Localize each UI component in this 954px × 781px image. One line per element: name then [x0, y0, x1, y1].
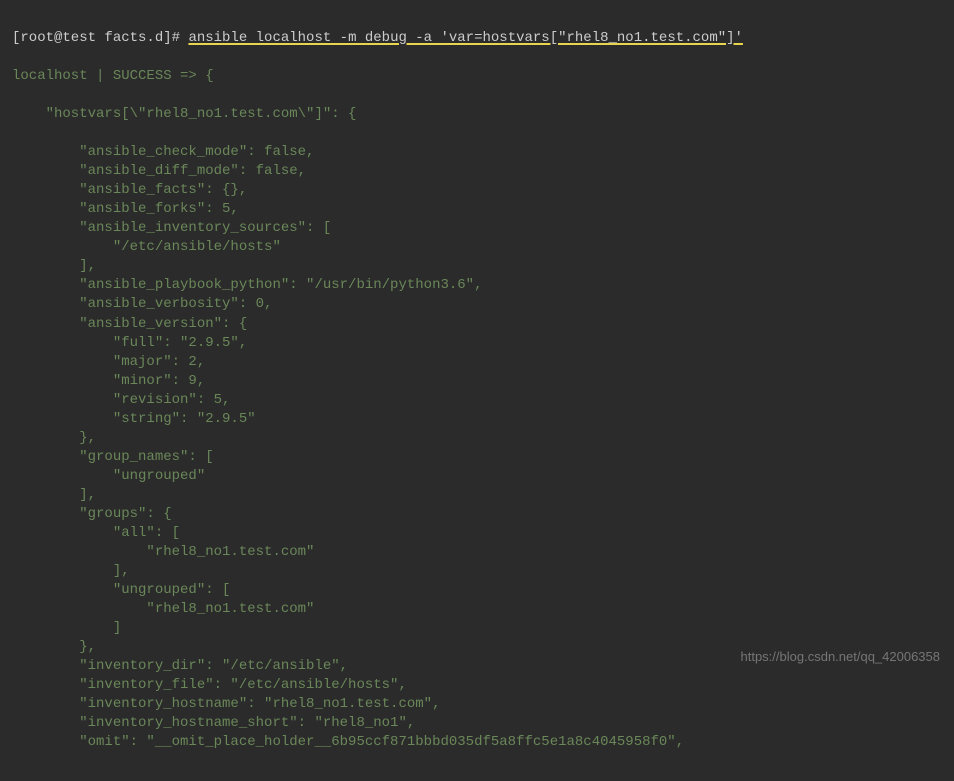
output-line: "string": "2.9.5": [12, 410, 942, 429]
output-line: ],: [12, 562, 942, 581]
output-line: "rhel8_no1.test.com": [12, 600, 942, 619]
output-line: "ansible_version": {: [12, 315, 942, 334]
output-line: "inventory_hostname": "rhel8_no1.test.co…: [12, 695, 942, 714]
output-line: "inventory_file": "/etc/ansible/hosts",: [12, 676, 942, 695]
output-line: "revision": 5,: [12, 391, 942, 410]
output-line: "minor": 9,: [12, 372, 942, 391]
command-text: ansible localhost -m debug -a 'var=hostv…: [188, 30, 743, 46]
watermark-text: https://blog.csdn.net/qq_42006358: [741, 648, 941, 666]
output-line: "inventory_hostname_short": "rhel8_no1",: [12, 714, 942, 733]
output-line: "ansible_playbook_python": "/usr/bin/pyt…: [12, 276, 942, 295]
output-line: "ansible_forks": 5,: [12, 200, 942, 219]
output-line: "groups": {: [12, 505, 942, 524]
output-line: "group_names": [: [12, 448, 942, 467]
output-line: "ansible_facts": {},: [12, 181, 942, 200]
hostvars-key-line: "hostvars[\"rhel8_no1.test.com\"]": {: [12, 105, 942, 124]
status-line: localhost | SUCCESS => {: [12, 67, 942, 86]
output-line: "major": 2,: [12, 353, 942, 372]
output-line: ]: [12, 619, 942, 638]
output-line: "ansible_check_mode": false,: [12, 143, 942, 162]
output-line: ],: [12, 486, 942, 505]
output-line: "ungrouped": [12, 467, 942, 486]
output-line: "/etc/ansible/hosts": [12, 238, 942, 257]
output-line: "rhel8_no1.test.com": [12, 543, 942, 562]
output-line: ],: [12, 257, 942, 276]
output-line: "ansible_inventory_sources": [: [12, 219, 942, 238]
output-line: "ansible_diff_mode": false,: [12, 162, 942, 181]
output-line: "ungrouped": [: [12, 581, 942, 600]
output-line: "all": [: [12, 524, 942, 543]
output-line: "ansible_verbosity": 0,: [12, 295, 942, 314]
output-line: "full": "2.9.5",: [12, 334, 942, 353]
prompt-line[interactable]: [root@test facts.d]# ansible localhost -…: [12, 29, 942, 48]
output-line: },: [12, 429, 942, 448]
prompt-prefix: [root@test facts.d]#: [12, 30, 188, 46]
output-line: "omit": "__omit_place_holder__6b95ccf871…: [12, 733, 942, 752]
